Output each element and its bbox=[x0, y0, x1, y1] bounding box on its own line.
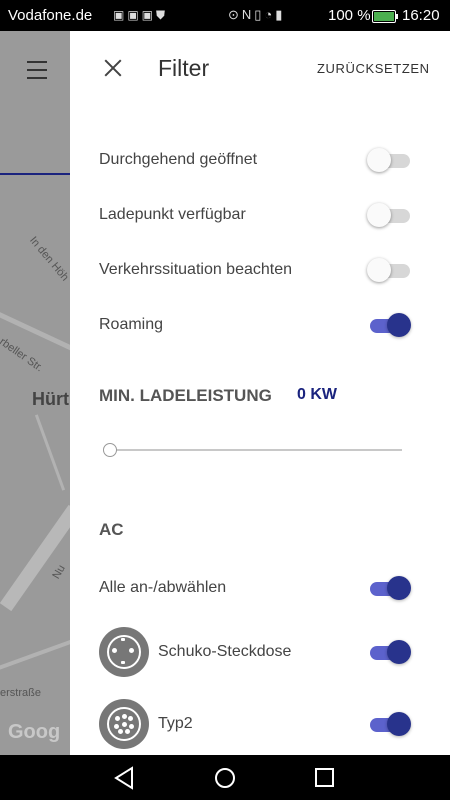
battery-icon bbox=[372, 10, 398, 23]
filter-label: Roaming bbox=[99, 316, 164, 333]
slider-thumb[interactable] bbox=[103, 443, 117, 457]
min-power-heading: MIN. LADELEISTUNG bbox=[99, 386, 272, 405]
panel-title: Filter bbox=[158, 55, 210, 81]
available-toggle[interactable] bbox=[367, 203, 413, 227]
filter-row-open-24h: Durchgehend geöffnet bbox=[99, 145, 414, 175]
connector-label: Schuko-Steckdose bbox=[158, 643, 292, 660]
filter-row-traffic: Verkehrssituation beachten bbox=[99, 255, 414, 285]
map-street-label: rbeller Str. bbox=[0, 335, 46, 375]
connector-row-type2: Typ2 bbox=[99, 699, 414, 749]
clock: 16:20 bbox=[402, 7, 440, 24]
map-town-label: Hürt bbox=[32, 389, 69, 409]
open-24h-toggle[interactable] bbox=[367, 148, 413, 172]
close-icon[interactable] bbox=[102, 57, 124, 79]
slider-track bbox=[104, 449, 402, 451]
reset-button[interactable]: ZURÜCKSETZEN bbox=[317, 61, 430, 76]
carrier-name: Vodafone.de bbox=[8, 7, 93, 24]
home-icon[interactable] bbox=[215, 768, 235, 788]
select-all-toggle[interactable] bbox=[367, 576, 413, 600]
map-background: In den Höh rbeller Str. Hürt Nu erstraße… bbox=[0, 31, 70, 755]
schuko-plug-icon bbox=[99, 627, 149, 677]
filter-label: Ladepunkt verfügbar bbox=[99, 206, 246, 223]
ac-heading: AC bbox=[99, 520, 124, 539]
filter-panel: Filter ZURÜCKSETZEN Durchgehend geöffnet… bbox=[70, 31, 450, 755]
select-all-label: Alle an-/abwählen bbox=[99, 579, 227, 596]
filter-row-roaming: Roaming bbox=[99, 310, 414, 340]
map-street-label: In den Höh bbox=[27, 234, 70, 284]
schuko-toggle[interactable] bbox=[367, 640, 413, 664]
menu-icon[interactable] bbox=[27, 61, 47, 79]
filter-label: Durchgehend geöffnet bbox=[99, 151, 258, 168]
back-icon[interactable] bbox=[114, 766, 133, 790]
connector-row-schuko: Schuko-Steckdose bbox=[99, 627, 414, 677]
connector-label: Typ2 bbox=[158, 715, 193, 732]
min-power-slider[interactable] bbox=[103, 443, 402, 457]
notification-icons: ▣▣▣⛊ bbox=[113, 8, 169, 22]
recents-icon[interactable] bbox=[315, 768, 334, 787]
ac-select-all-row: Alle an-/abwählen bbox=[99, 573, 414, 603]
traffic-toggle[interactable] bbox=[367, 258, 413, 282]
map-street-label: erstraße bbox=[0, 687, 41, 699]
min-power-value: 0 KW bbox=[297, 386, 337, 403]
roaming-toggle[interactable] bbox=[367, 313, 413, 337]
status-bar: Vodafone.de ▣▣▣⛊ ⊙N▯◔▮ 100 % 16:20 bbox=[0, 0, 450, 31]
filter-row-available: Ladepunkt verfügbar bbox=[99, 200, 414, 230]
navigation-bar bbox=[0, 755, 450, 800]
google-logo: Goog bbox=[8, 721, 61, 743]
type2-toggle[interactable] bbox=[367, 712, 413, 736]
map-street-label: Nu bbox=[50, 562, 68, 582]
filter-label: Verkehrssituation beachten bbox=[99, 261, 293, 278]
battery-percent: 100 % bbox=[328, 7, 371, 24]
system-icons: ⊙N▯◔▮ bbox=[228, 7, 286, 22]
type2-plug-icon bbox=[99, 699, 149, 749]
map-toolbar bbox=[0, 31, 70, 175]
